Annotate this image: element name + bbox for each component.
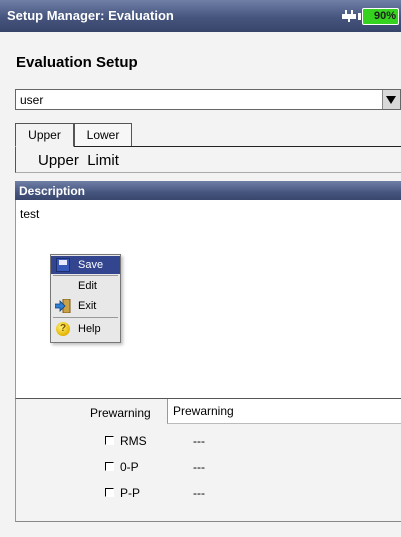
rms-label: RMS <box>120 434 147 448</box>
menu-item-edit[interactable]: Edit <box>51 277 120 295</box>
p-p-value: --- <box>193 486 205 500</box>
description-header: Description <box>15 181 401 200</box>
menu-item-save-label: Save <box>78 259 104 271</box>
menu-item-save[interactable]: Save <box>51 256 120 274</box>
rms-checkbox[interactable] <box>105 436 114 445</box>
menu-item-exit[interactable]: Exit <box>51 297 120 315</box>
title-bar: Setup Manager: Evaluation 90% <box>0 0 401 32</box>
menu-item-help-label: Help <box>78 323 101 335</box>
p-p-label: P-P <box>120 486 141 500</box>
chevron-down-icon[interactable] <box>382 90 400 109</box>
help-icon: ? <box>56 322 70 336</box>
menu-item-edit-label: Edit <box>78 280 97 292</box>
setup-select[interactable]: user <box>15 89 401 110</box>
menu-item-exit-label: Exit <box>78 300 97 312</box>
exit-arrow-icon <box>55 299 71 313</box>
p-p-checkbox[interactable] <box>105 488 114 497</box>
page-title: Evaluation Setup <box>16 54 138 71</box>
description-text: test <box>20 207 40 221</box>
limit-heading: Upper Limit <box>15 147 401 173</box>
prewarning-field[interactable]: Prewarning <box>167 399 401 424</box>
power-plug-icon <box>342 10 356 22</box>
0-p-label: 0-P <box>120 460 139 474</box>
rms-value: --- <box>193 434 205 448</box>
tab-lower[interactable]: Lower <box>74 123 132 147</box>
window-title: Setup Manager: Evaluation <box>7 8 174 23</box>
0-p-value: --- <box>193 460 205 474</box>
prewarning-value: Prewarning <box>173 404 234 418</box>
context-menu: Save Edit Exit ? Help <box>50 254 121 343</box>
setup-select-value: user <box>20 93 44 107</box>
prewarning-label: Prewarning <box>90 406 151 420</box>
menu-item-help[interactable]: ? Help <box>51 320 120 338</box>
tab-upper[interactable]: Upper <box>15 123 74 147</box>
0-p-checkbox[interactable] <box>105 462 114 471</box>
save-icon <box>56 258 70 272</box>
battery-indicator: 90% <box>358 8 399 25</box>
description-header-label: Description <box>19 184 86 198</box>
limit-label: Upper Limit <box>38 152 119 169</box>
